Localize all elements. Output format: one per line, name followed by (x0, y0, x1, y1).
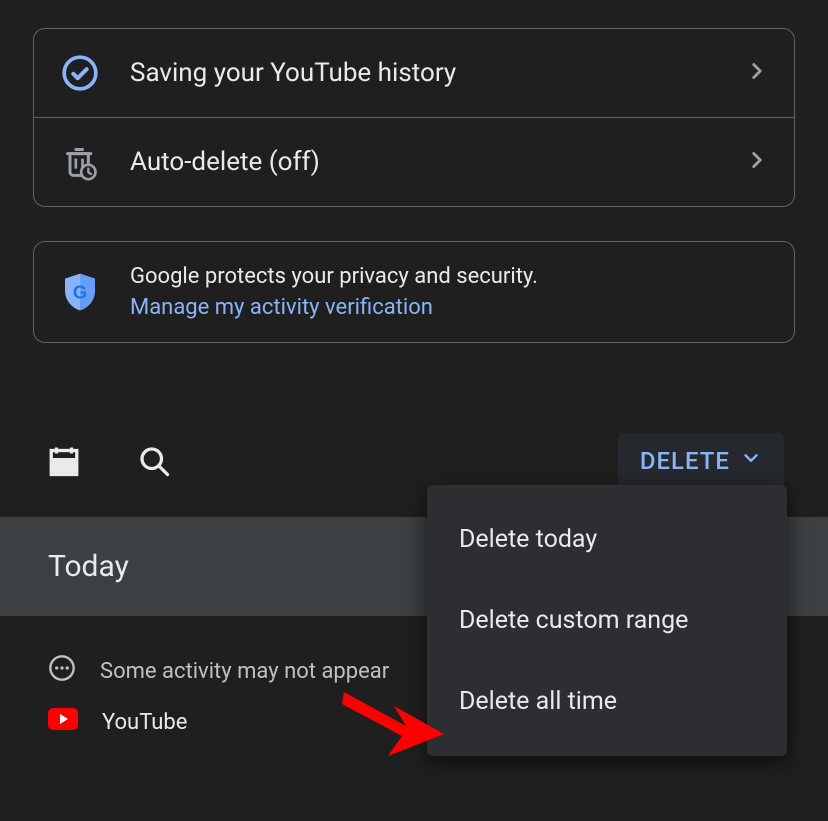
manage-verification-link[interactable]: Manage my activity verification (130, 295, 770, 320)
checkmark-circle-icon (58, 51, 102, 95)
auto-delete-icon (58, 140, 102, 184)
delete-button[interactable]: DELETE (618, 433, 784, 489)
privacy-card: G Google protects your privacy and secur… (33, 241, 795, 343)
menu-delete-today[interactable]: Delete today (427, 499, 787, 580)
chevron-down-icon (740, 447, 762, 475)
auto-delete-row[interactable]: Auto-delete (off) (34, 117, 794, 206)
search-icon[interactable] (134, 441, 174, 481)
delete-button-label: DELETE (640, 447, 730, 475)
activity-app-name: YouTube (102, 710, 187, 735)
menu-delete-custom-range[interactable]: Delete custom range (427, 580, 787, 661)
menu-delete-all-time[interactable]: Delete all time (427, 661, 787, 742)
delete-menu: Delete today Delete custom range Delete … (427, 485, 787, 756)
svg-text:G: G (73, 282, 87, 303)
saving-history-row[interactable]: Saving your YouTube history (34, 29, 794, 117)
history-settings-card: Saving your YouTube history Auto-delete … (33, 28, 795, 207)
chevron-right-icon (744, 58, 770, 88)
youtube-icon (48, 708, 78, 736)
auto-delete-label: Auto-delete (off) (130, 147, 716, 177)
privacy-text: Google protects your privacy and securit… (130, 264, 770, 289)
calendar-icon[interactable] (44, 441, 84, 481)
more-horizontal-icon (48, 654, 76, 688)
chevron-right-icon (744, 147, 770, 177)
activity-notice-text: Some activity may not appear (100, 659, 389, 684)
saving-history-label: Saving your YouTube history (130, 58, 716, 88)
shield-icon: G (58, 270, 102, 314)
